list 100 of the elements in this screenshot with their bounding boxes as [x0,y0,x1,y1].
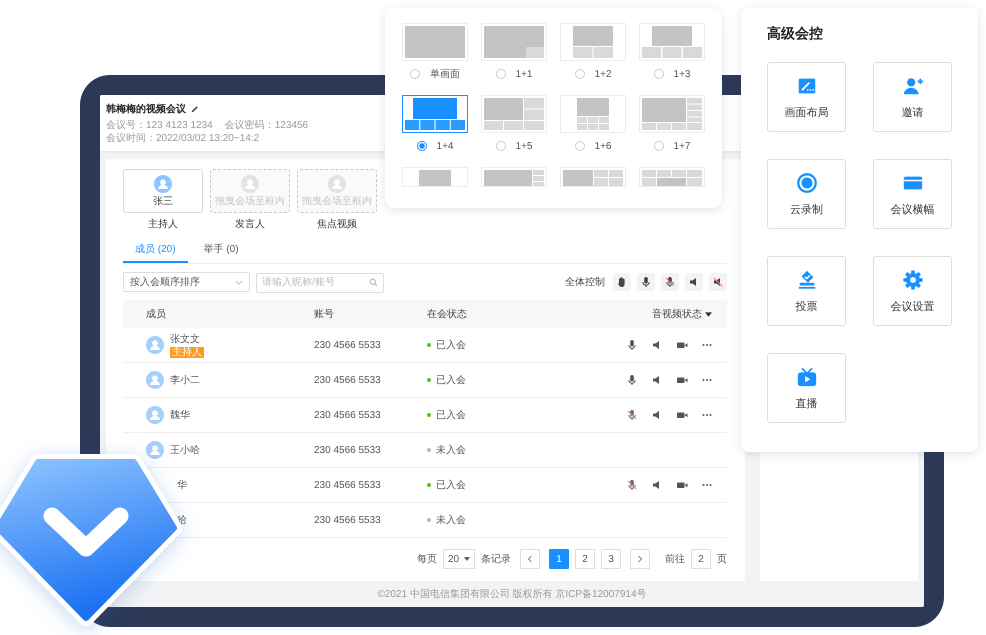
layout-option-label[interactable]: 1+2 [594,68,612,80]
record-icon [796,172,818,194]
page-size-select[interactable]: 20 [443,549,475,569]
status-text: 未入会 [436,444,466,457]
radio-button[interactable] [410,69,420,79]
status-text: 已入会 [436,408,466,422]
control-tile[interactable]: 直播 [767,353,846,423]
layout-thumbnail[interactable] [403,24,467,60]
member-name: 王小哈 [170,444,200,457]
all-control-label: 全体控制 [565,276,605,289]
radio-button[interactable] [654,141,664,151]
settings-icon [902,268,924,290]
layout-thumbnail[interactable] [403,96,467,132]
account-cell-text: 230 4566 5533 [314,514,382,526]
layout-thumbnail[interactable] [482,24,546,60]
hand-button[interactable] [613,273,631,291]
layout-thumbnail[interactable] [482,96,546,132]
role-label: 主持人 [148,218,178,231]
mic-button[interactable] [637,273,655,291]
mic-icon[interactable] [626,339,638,351]
avatar-icon [241,175,259,193]
avatar-icon [154,175,172,193]
layout-thumbnail[interactable] [640,168,704,186]
control-tile[interactable]: 会议横幅 [873,159,952,229]
role-label: 焦点视频 [317,218,357,231]
control-tile[interactable]: 投票 [767,256,846,326]
tab[interactable]: 举手 (0) [192,239,251,263]
sort-select[interactable]: 按入会顺序排序 [123,272,250,292]
control-tile[interactable]: 邀请 [873,62,952,132]
radio-button[interactable] [496,69,506,79]
mic-off-icon [664,276,676,288]
layout-thumbnail[interactable] [561,168,625,186]
control-tile[interactable]: 会议设置 [873,256,952,326]
control-tile[interactable]: 画面布局 [767,62,846,132]
layout-option-label[interactable]: 1+3 [674,68,690,80]
tv-play-icon [796,366,818,388]
radio-button[interactable] [574,141,585,151]
search-icon [369,278,378,286]
avatar-icon [146,336,164,354]
column-header: 账号 [314,308,335,321]
layout-option-label[interactable]: 1+1 [516,68,532,80]
status-text: 未入会 [436,514,466,527]
column-header: 成员 [145,308,167,321]
page-input[interactable]: 2 [691,549,711,569]
layout-option-label[interactable]: 1+5 [516,140,532,152]
meeting-info: 会议号：123 4123 1234 [106,119,213,132]
role-slot-text: 拖曳会场至框内 [215,196,285,207]
chevron-right-icon [637,555,643,563]
meeting-info: 会议密码：123456 [224,119,308,132]
chevron-left-icon [527,555,533,563]
role-slot[interactable]: 张三 [123,169,203,213]
chevron-down-icon [235,280,243,284]
speaker-off-button[interactable] [709,273,727,291]
member-name: 张文文 [170,332,200,346]
control-tile[interactable]: 云录制 [767,159,846,229]
radio-button[interactable] [416,141,427,151]
search-field[interactable]: 请输入昵称/账号 [256,272,384,292]
account-cell-text: 230 4566 5533 [314,374,382,386]
column-header: 在会状态 [427,308,468,321]
account-cell-text: 230 4566 5533 [314,410,382,420]
caret-down-icon [464,557,470,561]
pager-text: 每页 [417,553,437,566]
radio-button[interactable] [496,141,506,151]
next-page-button[interactable] [630,549,650,569]
avatar-icon [146,371,164,389]
mic-off-button[interactable] [661,273,679,291]
host-tag: 主持人 [170,347,204,358]
layout-thumbnail[interactable] [482,168,546,186]
mic-icon [640,276,652,288]
avatar-icon [146,406,164,424]
page-button[interactable]: 2 [575,549,595,569]
layout-option-label[interactable]: 单画面 [430,67,460,81]
radio-button[interactable] [654,69,664,79]
layout-option-label[interactable]: 1+7 [674,140,690,152]
pager-text: 前往 [665,552,685,566]
member-name: 魏华 [170,409,190,422]
member-name: 李小二 [170,374,200,387]
status-text: 已入会 [436,338,466,352]
status-text: 已入会 [436,374,466,387]
mic-off-icon[interactable] [626,479,638,491]
panel-title: 高级会控 [767,25,823,43]
speaker-button[interactable] [685,273,703,291]
edit-icon[interactable] [191,105,199,113]
mic-icon[interactable] [626,374,638,386]
role-slot-text: 拖曳会场至框内 [302,196,372,207]
account-cell-text: 230 4566 5533 [314,480,382,490]
pager-text: 条记录 [481,553,511,566]
meeting-info: 会议时间：2022/03/02 13:20~14:2 [106,132,260,145]
layout-thumbnail[interactable] [640,96,704,132]
layout-option-label[interactable]: 1+6 [594,140,612,152]
mic-off-icon[interactable] [626,409,638,421]
caret-down-icon[interactable] [705,312,712,316]
status-text: 已入会 [436,478,466,492]
page-button[interactable]: 3 [601,549,621,569]
account-cell-text: 230 4566 5533 [314,444,382,456]
radio-button[interactable] [574,69,585,79]
layout-option-label[interactable]: 1+4 [436,140,454,152]
layout-thumbnail[interactable] [640,24,704,60]
role-label: 发言人 [235,218,265,231]
copyright-text: ©2021 中国电信集团有限公司 版权所有 京ICP备12007914号 [376,588,648,602]
